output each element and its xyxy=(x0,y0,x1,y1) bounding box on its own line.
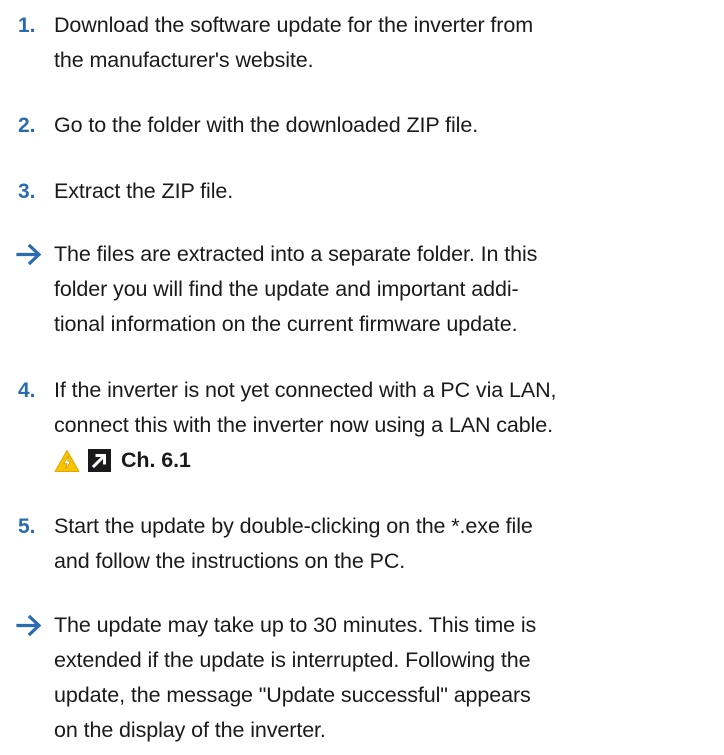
text-line: folder you will find the update and impo… xyxy=(54,277,519,301)
cross-reference-arrow-icon[interactable] xyxy=(88,449,111,472)
step-number: 2. xyxy=(18,114,36,137)
text-line: If the inverter is not yet connected wit… xyxy=(54,378,557,402)
result-text: The files are extracted into a separate … xyxy=(54,237,714,342)
step-number: 1. xyxy=(18,14,36,37)
text-line: Download the software update for the inv… xyxy=(54,13,534,37)
result-text: The update may take up to 30 minutes. Th… xyxy=(54,608,714,748)
chapter-reference-link[interactable]: Ch. 6.1 xyxy=(121,443,191,478)
step-number: 4. xyxy=(18,379,36,402)
step-text: Start the update by double-clicking on t… xyxy=(54,509,714,579)
step-text: Go to the folder with the downloaded ZIP… xyxy=(54,108,714,143)
step-text: Extract the ZIP file. xyxy=(54,174,714,209)
text-line: Extract the ZIP file. xyxy=(54,179,234,203)
text-line: connect this with the inverter now using… xyxy=(54,413,554,437)
text-line: and follow the instructions on the PC. xyxy=(54,549,406,573)
text-line: the manufacturer's website. xyxy=(54,48,314,72)
arrow-right-icon xyxy=(16,614,42,637)
text-line: Go to the folder with the downloaded ZIP… xyxy=(54,113,479,137)
step-number: 5. xyxy=(18,515,36,538)
text-line: extended if the update is interrupted. F… xyxy=(54,648,531,672)
step-text: Download the software update for the inv… xyxy=(54,8,714,78)
text-line: The update may take up to 30 minutes. Th… xyxy=(54,613,537,637)
text-line: The files are extracted into a separate … xyxy=(54,242,538,266)
text-line: Start the update by double-clicking on t… xyxy=(54,514,533,538)
text-line: on the display of the inverter. xyxy=(54,718,326,742)
text-line: tional information on the current firmwa… xyxy=(54,312,518,336)
text-line: update, the message "Update successful" … xyxy=(54,683,531,707)
reference-line: Ch. 6.1 xyxy=(54,443,714,478)
arrow-right-icon xyxy=(16,243,42,266)
step-text: If the inverter is not yet connected wit… xyxy=(54,373,714,478)
electrical-warning-icon xyxy=(54,449,80,472)
step-number: 3. xyxy=(18,180,36,203)
